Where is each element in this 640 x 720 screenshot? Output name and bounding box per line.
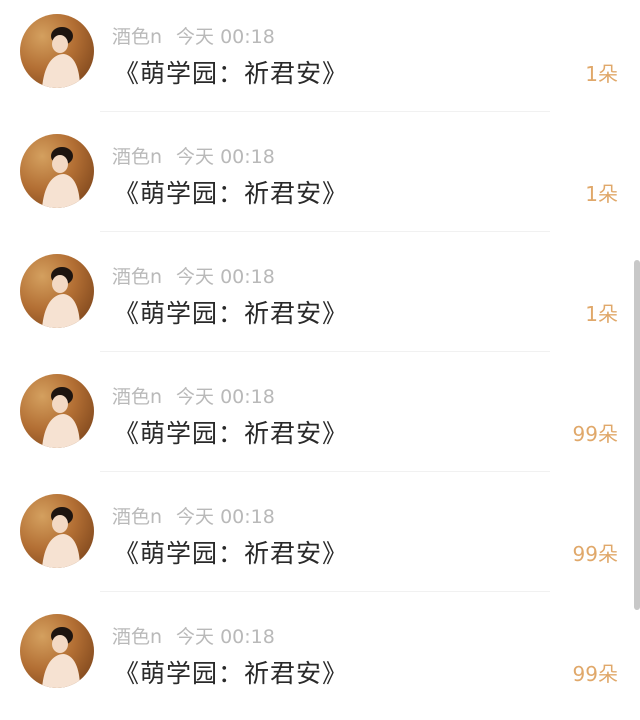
divider	[100, 471, 550, 472]
list-item[interactable]: 酒色n 今天 00:18 《萌学园：祈君安》 99朵	[0, 360, 640, 480]
username[interactable]: 酒色n	[112, 266, 162, 288]
gift-count: 1朵	[585, 182, 618, 206]
avatar[interactable]	[20, 614, 94, 688]
divider	[100, 591, 550, 592]
avatar[interactable]	[20, 14, 94, 88]
book-title[interactable]: 《萌学园：祈君安》	[114, 54, 348, 90]
username[interactable]: 酒色n	[112, 26, 162, 48]
gift-feed-list: 酒色n 今天 00:18 《萌学园：祈君安》 1朵 酒色n 今天 00:18 《萌学…	[0, 0, 640, 720]
list-item[interactable]: 酒色n 今天 00:18 《萌学园：祈君安》 99朵	[0, 480, 640, 600]
book-title[interactable]: 《萌学园：祈君安》	[114, 534, 348, 570]
item-meta: 酒色n 今天 00:18	[112, 262, 275, 289]
divider	[100, 351, 550, 352]
avatar[interactable]	[20, 134, 94, 208]
timestamp: 今天 00:18	[176, 26, 275, 48]
avatar[interactable]	[20, 494, 94, 568]
scrollbar[interactable]	[634, 260, 640, 610]
item-meta: 酒色n 今天 00:18	[112, 142, 275, 169]
list-item[interactable]: 酒色n 今天 00:18 《萌学园：祈君安》 1朵	[0, 120, 640, 240]
timestamp: 今天 00:18	[176, 146, 275, 168]
username[interactable]: 酒色n	[112, 506, 162, 528]
username[interactable]: 酒色n	[112, 626, 162, 648]
gift-count: 99朵	[572, 662, 618, 686]
item-meta: 酒色n 今天 00:18	[112, 622, 275, 649]
divider	[100, 231, 550, 232]
gift-count: 99朵	[572, 542, 618, 566]
list-item[interactable]: 酒色n 今天 00:18 《萌学园：祈君安》 1朵	[0, 240, 640, 360]
timestamp: 今天 00:18	[176, 386, 275, 408]
username[interactable]: 酒色n	[112, 146, 162, 168]
timestamp: 今天 00:18	[176, 506, 275, 528]
book-title[interactable]: 《萌学园：祈君安》	[114, 654, 348, 690]
divider	[100, 111, 550, 112]
book-title[interactable]: 《萌学园：祈君安》	[114, 174, 348, 210]
avatar[interactable]	[20, 254, 94, 328]
gift-count: 99朵	[572, 422, 618, 446]
username[interactable]: 酒色n	[112, 386, 162, 408]
timestamp: 今天 00:18	[176, 266, 275, 288]
item-meta: 酒色n 今天 00:18	[112, 382, 275, 409]
item-meta: 酒色n 今天 00:18	[112, 22, 275, 49]
item-meta: 酒色n 今天 00:18	[112, 502, 275, 529]
gift-count: 1朵	[585, 62, 618, 86]
book-title[interactable]: 《萌学园：祈君安》	[114, 414, 348, 450]
list-item[interactable]: 酒色n 今天 00:18 《萌学园：祈君安》 99朵	[0, 600, 640, 720]
timestamp: 今天 00:18	[176, 626, 275, 648]
book-title[interactable]: 《萌学园：祈君安》	[114, 294, 348, 330]
gift-count: 1朵	[585, 302, 618, 326]
avatar[interactable]	[20, 374, 94, 448]
list-item[interactable]: 酒色n 今天 00:18 《萌学园：祈君安》 1朵	[0, 0, 640, 120]
